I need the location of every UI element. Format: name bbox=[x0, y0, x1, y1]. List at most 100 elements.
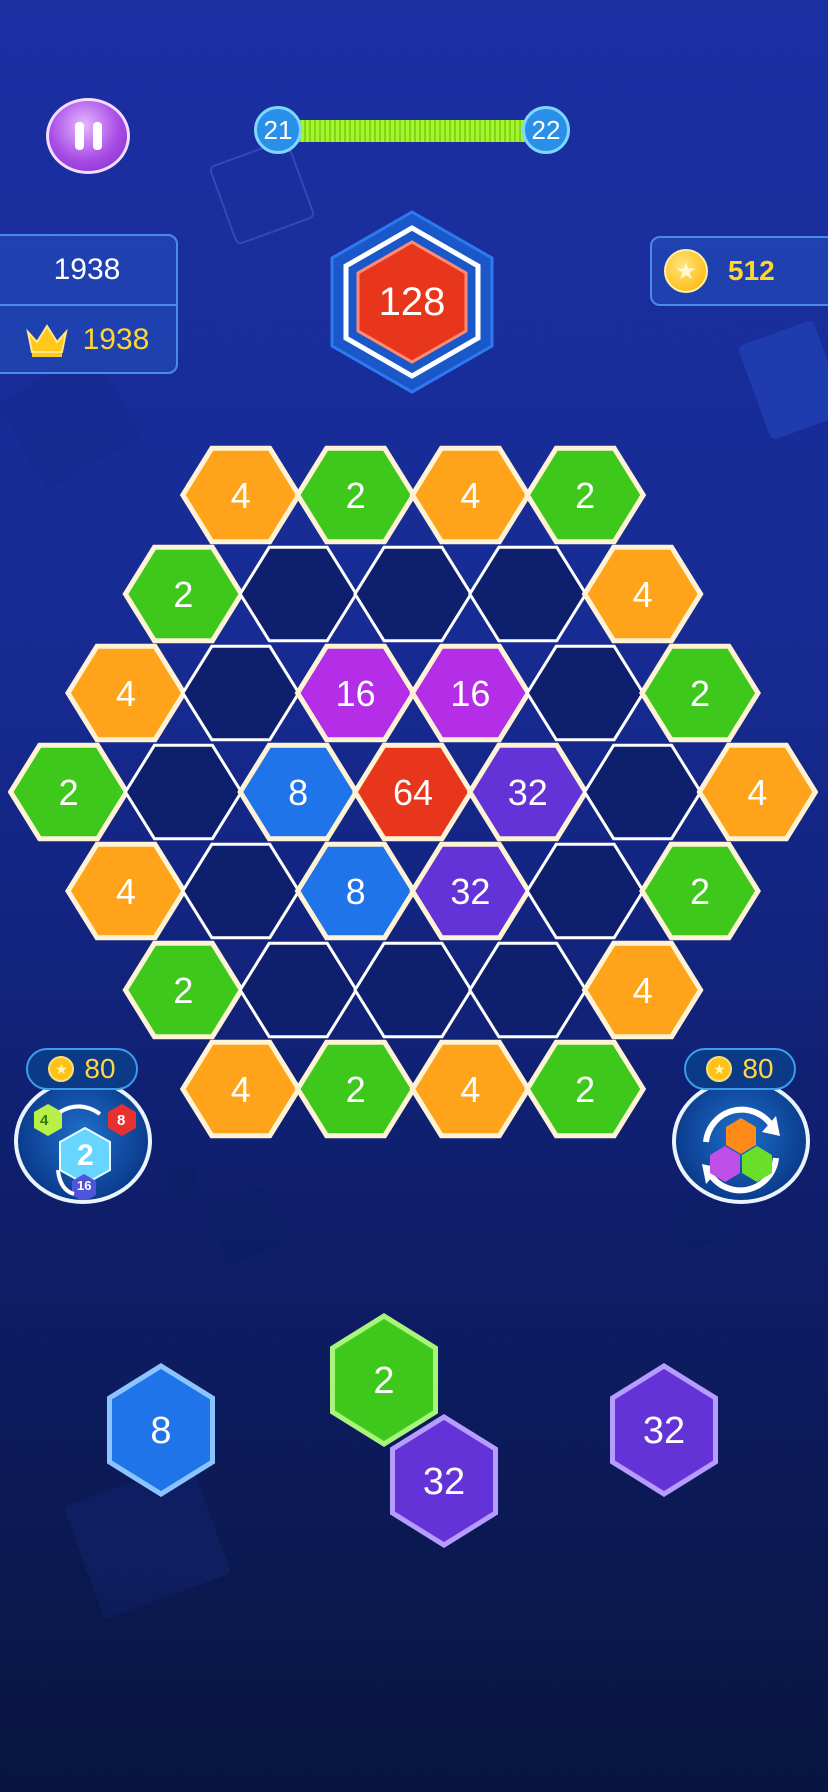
piece-tile-value: 32 bbox=[423, 1461, 465, 1503]
pause-button[interactable] bbox=[46, 98, 130, 174]
shuffle-booster[interactable]: ★ 80 bbox=[670, 1042, 812, 1204]
swap-number-label-8: 8 bbox=[117, 1112, 126, 1129]
board-tile-4[interactable]: 4 bbox=[581, 544, 704, 644]
level-current: 21 bbox=[263, 114, 293, 145]
board-tile-16[interactable]: 16 bbox=[409, 643, 532, 743]
board-cell-empty[interactable] bbox=[468, 545, 588, 643]
booster-cost: ★ 80 bbox=[26, 1048, 138, 1090]
bg-square bbox=[737, 319, 828, 441]
board-tile-value: 2 bbox=[690, 871, 710, 912]
board-cell-empty[interactable] bbox=[525, 842, 645, 940]
board-tile-value: 8 bbox=[288, 772, 308, 813]
board-tile-value: 4 bbox=[460, 475, 480, 516]
board-tile-value: 2 bbox=[173, 574, 193, 615]
swap-number-label-16: 16 bbox=[77, 1178, 92, 1193]
board-cell-empty[interactable] bbox=[238, 545, 358, 643]
board-tile-value: 4 bbox=[747, 772, 767, 813]
board-tile-value: 4 bbox=[116, 871, 136, 912]
board-tile-value: 2 bbox=[575, 1069, 595, 1110]
board-tile-2[interactable]: 2 bbox=[524, 445, 647, 545]
pause-icon bbox=[74, 122, 102, 150]
board-tile-16[interactable]: 16 bbox=[294, 643, 417, 743]
board-tile-value: 2 bbox=[59, 772, 79, 813]
board-tile-2[interactable]: 2 bbox=[639, 643, 761, 743]
board-tile-value: 32 bbox=[508, 772, 548, 813]
board-tile-32[interactable]: 32 bbox=[409, 841, 532, 941]
bg-square bbox=[207, 1187, 285, 1265]
board-tile-value: 2 bbox=[575, 475, 595, 516]
piece-3[interactable]: 32 bbox=[610, 1363, 718, 1497]
board-tile-4[interactable]: 4 bbox=[179, 445, 302, 545]
level-progress-track bbox=[276, 120, 548, 142]
board-tile-4[interactable]: 4 bbox=[65, 643, 187, 743]
board-tile-2[interactable]: 2 bbox=[294, 1039, 417, 1139]
board-cell-empty[interactable] bbox=[123, 743, 244, 841]
board-tile-value: 2 bbox=[346, 475, 366, 516]
board-tile-8[interactable]: 8 bbox=[237, 742, 360, 842]
board-tile-value: 4 bbox=[231, 475, 251, 516]
board-tile-64[interactable]: 64 bbox=[352, 742, 474, 842]
board-tile-value: 4 bbox=[231, 1069, 251, 1110]
board-tile-4[interactable]: 4 bbox=[409, 445, 532, 545]
coin-icon: ★ bbox=[48, 1056, 75, 1082]
current-score: 1938 bbox=[53, 253, 121, 286]
level-current-badge: 21 bbox=[254, 106, 302, 154]
best-score-row: 1938 bbox=[0, 306, 176, 374]
board-cell-empty[interactable] bbox=[582, 743, 703, 841]
board-tile-value: 2 bbox=[173, 970, 193, 1011]
board-cell-empty[interactable] bbox=[468, 941, 588, 1039]
piece-tile-value: 2 bbox=[373, 1360, 394, 1402]
coin-amount: 512 bbox=[728, 255, 775, 286]
board-tile-4[interactable]: 4 bbox=[179, 1039, 302, 1139]
board-tile-value: 8 bbox=[346, 871, 366, 912]
board-tile-value: 2 bbox=[346, 1069, 366, 1110]
board-tile-4[interactable]: 4 bbox=[409, 1039, 532, 1139]
board-tile-2[interactable]: 2 bbox=[294, 445, 417, 545]
board-tile-value: 4 bbox=[116, 673, 136, 714]
board-tile-4[interactable]: 4 bbox=[65, 841, 187, 941]
board-tile-4[interactable]: 4 bbox=[581, 940, 704, 1040]
booster-cost-value: 80 bbox=[742, 1053, 774, 1084]
score-panel: 1938 1938 bbox=[0, 234, 178, 374]
level-progress: 21 22 bbox=[254, 106, 570, 156]
board-tile-value: 4 bbox=[633, 970, 653, 1011]
piece-tile-value: 8 bbox=[150, 1410, 171, 1452]
board-tile-value: 4 bbox=[460, 1069, 480, 1110]
swap-number-booster[interactable]: ★ 80 4 8 2 16 bbox=[12, 1042, 154, 1204]
piece-tile-value: 32 bbox=[643, 1410, 685, 1452]
board-cell-empty[interactable] bbox=[181, 842, 301, 940]
level-next: 22 bbox=[531, 114, 561, 145]
target-tile-value: 128 bbox=[378, 279, 446, 324]
board-tile-value: 4 bbox=[633, 574, 653, 615]
coins-panel[interactable]: ★ 512 bbox=[650, 236, 828, 306]
board-tile-value: 16 bbox=[336, 673, 376, 714]
board-tile-value: 32 bbox=[450, 871, 490, 912]
bg-square bbox=[674, 1199, 726, 1251]
board-tile-8[interactable]: 8 bbox=[294, 841, 417, 941]
board-cell-empty[interactable] bbox=[525, 644, 645, 742]
bg-square bbox=[63, 1460, 232, 1620]
board-tile-32[interactable]: 32 bbox=[466, 742, 589, 842]
crown-icon bbox=[25, 324, 68, 357]
board-cell-empty[interactable] bbox=[353, 545, 473, 643]
board-cell-empty[interactable] bbox=[181, 644, 301, 742]
coin-icon: ★ bbox=[664, 249, 708, 293]
level-progress-fill bbox=[276, 120, 548, 142]
board-tile-2[interactable]: 2 bbox=[122, 940, 245, 1040]
booster-cost: ★ 80 bbox=[684, 1048, 796, 1090]
board-tile-2[interactable]: 2 bbox=[7, 742, 130, 842]
best-score: 1938 bbox=[82, 323, 150, 356]
board-tile-2[interactable]: 2 bbox=[524, 1039, 647, 1139]
level-next-badge: 22 bbox=[522, 106, 570, 154]
shuffle-icon bbox=[702, 1106, 780, 1194]
board-tile-2[interactable]: 2 bbox=[122, 544, 245, 644]
bg-square bbox=[166, 1166, 202, 1202]
board-cell-empty[interactable] bbox=[353, 941, 473, 1039]
swap-number-label-2: 2 bbox=[77, 1139, 94, 1172]
board-tile-4[interactable]: 4 bbox=[696, 742, 819, 842]
board-cell-empty[interactable] bbox=[238, 941, 358, 1039]
board-tile-2[interactable]: 2 bbox=[639, 841, 761, 941]
coin-icon: ★ bbox=[706, 1056, 733, 1082]
booster-cost-value: 80 bbox=[84, 1053, 116, 1084]
piece-2[interactable]: 2 32 bbox=[330, 1313, 498, 1548]
